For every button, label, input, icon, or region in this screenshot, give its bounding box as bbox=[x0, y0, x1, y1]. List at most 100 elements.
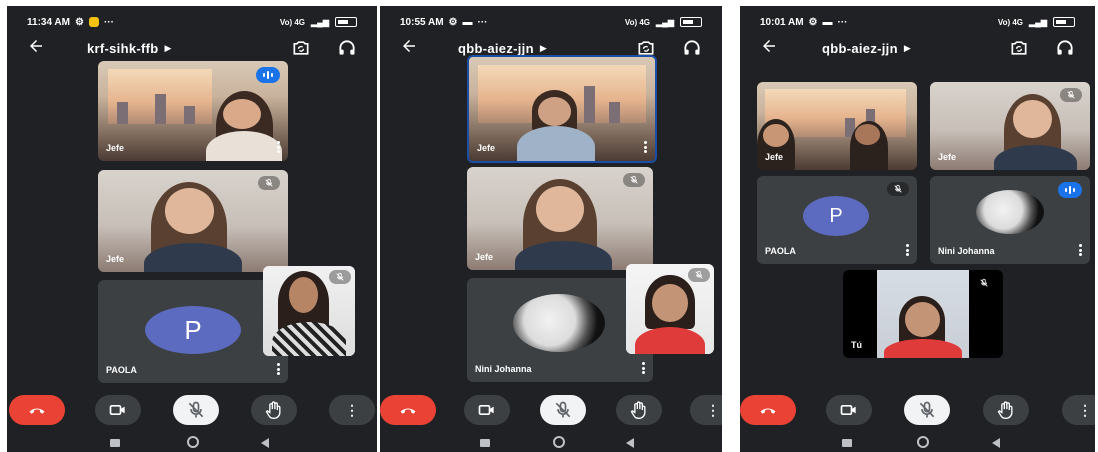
meet-screen-3: 10:01 AM ⚙ ▬ ··· Vo) 4G ▂▄▆ qbb-aiez-jjn… bbox=[740, 6, 1095, 452]
participant-name: Nini Johanna bbox=[938, 246, 995, 256]
chevron-right-icon[interactable]: ▶ bbox=[904, 43, 911, 54]
mic-off-icon bbox=[629, 175, 639, 185]
end-call-button[interactable] bbox=[740, 395, 796, 425]
switch-camera-button[interactable] bbox=[1009, 38, 1029, 58]
mic-button[interactable] bbox=[904, 395, 950, 425]
avatar: P bbox=[145, 306, 241, 354]
chevron-right-icon[interactable]: ▶ bbox=[165, 43, 172, 54]
more-vert-icon[interactable] bbox=[1078, 244, 1082, 256]
nav-back-button[interactable] bbox=[992, 438, 1000, 448]
meeting-code[interactable]: qbb-aiez-jjn bbox=[822, 41, 898, 56]
participant-name: Jefe bbox=[765, 152, 784, 162]
call-controls: ⋮ bbox=[380, 395, 722, 427]
avatar: P bbox=[803, 196, 869, 236]
recents-button[interactable] bbox=[842, 439, 852, 447]
notification-icon bbox=[88, 17, 99, 27]
back-button[interactable] bbox=[760, 37, 800, 60]
more-options-button[interactable]: ⋮ bbox=[329, 395, 375, 425]
more-vert-icon: ⋮ bbox=[1078, 401, 1092, 418]
settings-icon: ⚙ bbox=[74, 16, 84, 28]
video-feed bbox=[469, 57, 655, 161]
camera-button[interactable] bbox=[464, 395, 510, 425]
self-view[interactable]: Tú bbox=[843, 270, 1003, 358]
signal-icon: ▂▄▆ bbox=[656, 17, 674, 27]
participant-tile[interactable]: Jefe bbox=[467, 55, 657, 163]
video-camera-icon bbox=[839, 400, 859, 420]
switch-camera-button[interactable] bbox=[291, 38, 311, 58]
more-options-button[interactable]: ⋮ bbox=[1062, 395, 1095, 425]
mic-button[interactable] bbox=[173, 395, 219, 425]
status-extra: ··· bbox=[837, 16, 848, 28]
self-view[interactable] bbox=[626, 264, 714, 354]
end-call-button[interactable] bbox=[9, 395, 65, 425]
speaking-indicator bbox=[256, 67, 280, 83]
nav-back-button[interactable] bbox=[626, 438, 634, 448]
settings-icon: ⚙ bbox=[448, 16, 458, 28]
status-extra: ··· bbox=[103, 16, 114, 28]
audio-output-button[interactable] bbox=[1055, 38, 1075, 58]
home-button[interactable] bbox=[553, 436, 565, 448]
speaking-indicator bbox=[1058, 182, 1082, 198]
arrow-left-icon bbox=[760, 37, 778, 55]
meeting-code[interactable]: qbb-aiez-jjn bbox=[458, 41, 534, 56]
settings-icon: ⚙ bbox=[808, 16, 818, 28]
participant-tile[interactable]: P PAOLA bbox=[98, 280, 288, 383]
network-label: Vo) 4G bbox=[997, 17, 1024, 27]
signal-icon: ▂▄▆ bbox=[311, 17, 329, 27]
participant-name: PAOLA bbox=[106, 365, 137, 375]
arrow-left-icon bbox=[400, 37, 418, 55]
audio-output-button[interactable] bbox=[682, 38, 702, 58]
call-controls: ⋮ bbox=[7, 395, 377, 427]
arrow-left-icon bbox=[27, 37, 45, 55]
mic-off-icon bbox=[553, 400, 573, 420]
participant-name: PAOLA bbox=[765, 246, 796, 256]
status-time: 10:01 AM bbox=[760, 16, 804, 28]
end-call-icon bbox=[27, 400, 47, 420]
system-nav-bar bbox=[7, 436, 377, 450]
participant-tile[interactable]: Jefe bbox=[930, 82, 1090, 170]
switch-camera-icon bbox=[291, 38, 311, 58]
audio-output-button[interactable] bbox=[337, 38, 357, 58]
chevron-right-icon[interactable]: ▶ bbox=[540, 43, 547, 54]
call-controls: ⋮ bbox=[740, 395, 1095, 427]
recents-button[interactable] bbox=[480, 439, 490, 447]
status-time: 11:34 AM bbox=[27, 16, 70, 28]
home-button[interactable] bbox=[917, 436, 929, 448]
more-vert-icon: ⋮ bbox=[706, 401, 720, 418]
camera-button[interactable] bbox=[826, 395, 872, 425]
end-call-button[interactable] bbox=[380, 395, 436, 425]
back-button[interactable] bbox=[27, 37, 67, 60]
raise-hand-button[interactable] bbox=[983, 395, 1029, 425]
more-vert-icon[interactable] bbox=[276, 363, 280, 375]
raise-hand-button[interactable] bbox=[616, 395, 662, 425]
headphones-icon bbox=[1055, 38, 1075, 58]
network-label: Vo) 4G bbox=[279, 17, 306, 27]
participant-tile[interactable]: Nini Johanna bbox=[930, 176, 1090, 264]
participant-tile[interactable]: P PAOLA bbox=[757, 176, 917, 264]
system-nav-bar bbox=[380, 436, 722, 450]
nav-back-button[interactable] bbox=[261, 438, 269, 448]
more-vert-icon[interactable] bbox=[905, 244, 909, 256]
more-vert-icon[interactable] bbox=[641, 362, 645, 374]
participant-tile[interactable]: Jefe bbox=[98, 61, 288, 161]
meeting-code[interactable]: krf-sihk-ffb bbox=[87, 41, 159, 56]
self-view[interactable] bbox=[263, 266, 355, 356]
camera-button[interactable] bbox=[95, 395, 141, 425]
more-vert-icon[interactable] bbox=[276, 141, 280, 153]
home-button[interactable] bbox=[187, 436, 199, 448]
participant-tile[interactable]: Jefe bbox=[467, 167, 653, 270]
back-button[interactable] bbox=[400, 37, 440, 60]
more-options-button[interactable]: ⋮ bbox=[690, 395, 722, 425]
network-label: Vo) 4G bbox=[624, 17, 651, 27]
end-call-icon bbox=[758, 400, 778, 420]
message-icon: ▬ bbox=[822, 16, 833, 28]
raise-hand-button[interactable] bbox=[251, 395, 297, 425]
more-vert-icon[interactable] bbox=[643, 141, 647, 153]
call-header: krf-sihk-ffb ▶ bbox=[27, 34, 357, 62]
recents-button[interactable] bbox=[110, 439, 120, 447]
mic-off-icon bbox=[264, 178, 274, 188]
participant-tile[interactable]: Jefe bbox=[757, 82, 917, 170]
mic-off-icon bbox=[694, 270, 704, 280]
mic-button[interactable] bbox=[540, 395, 586, 425]
participant-tile[interactable]: Jefe bbox=[98, 170, 288, 272]
